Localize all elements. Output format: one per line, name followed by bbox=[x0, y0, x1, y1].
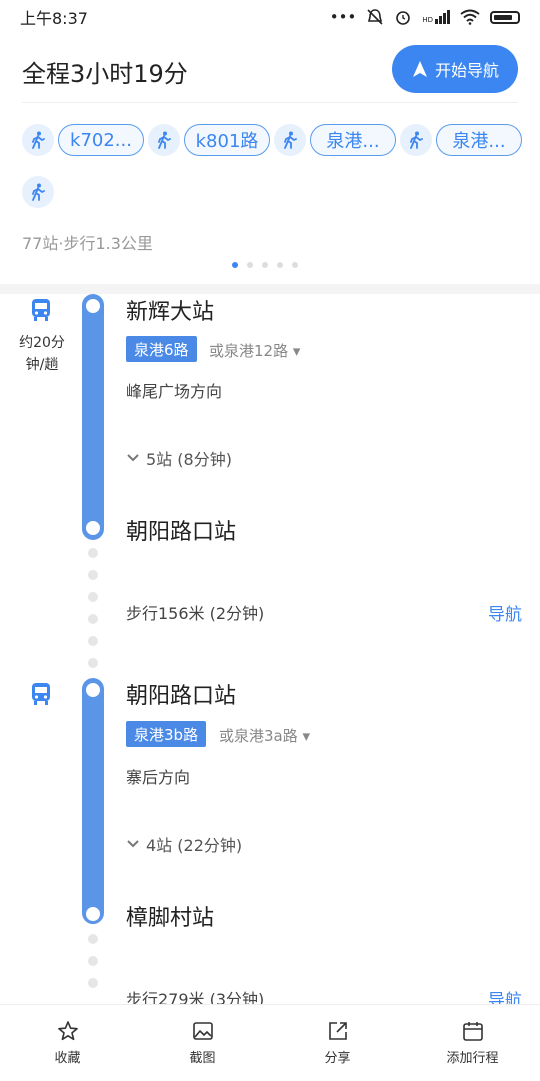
screenshot-label: 截图 bbox=[189, 1051, 216, 1066]
more-dots-icon: ••• bbox=[329, 8, 357, 26]
navigation-arrow-icon bbox=[412, 61, 427, 77]
start-navigation-label: 开始导航 bbox=[434, 61, 499, 80]
status-bar: 上午8:37 ••• HD bbox=[0, 0, 540, 34]
stops-expander[interactable]: 5站 (8分钟) bbox=[126, 446, 232, 470]
walk-navigation-link[interactable]: 导航 bbox=[488, 600, 522, 625]
route-chip-1[interactable]: k702... bbox=[58, 124, 144, 156]
route-summary: 77站·步行1.3公里 bbox=[22, 234, 153, 253]
wifi-icon bbox=[460, 9, 480, 25]
walk-icon bbox=[22, 124, 54, 156]
status-time: 上午8:37 bbox=[20, 9, 88, 28]
stops-expander[interactable]: 4站 (22分钟) bbox=[126, 832, 242, 856]
walk-navigation-link[interactable]: 导航 bbox=[488, 986, 522, 1004]
route-chip-4[interactable]: 泉港... bbox=[436, 124, 522, 156]
page-dot bbox=[232, 262, 238, 268]
walk-icon bbox=[274, 124, 306, 156]
battery-icon bbox=[490, 10, 520, 24]
route-tag[interactable]: 泉港6路 bbox=[126, 336, 197, 362]
bus-frequency: 约20分 钟/趟 bbox=[19, 335, 65, 373]
start-station[interactable]: 朝阳路口站 bbox=[126, 678, 236, 710]
hd-signal-icon: HD bbox=[422, 10, 450, 24]
favorite-tab[interactable]: 收藏 bbox=[0, 1005, 135, 1081]
page-dot bbox=[262, 262, 268, 268]
start-station[interactable]: 新辉大站 bbox=[126, 294, 214, 326]
walk-icon bbox=[22, 176, 54, 208]
route-chips[interactable]: k702... k801路 泉港... 泉港... bbox=[22, 124, 522, 228]
route-bar bbox=[82, 294, 104, 540]
chevron-down-icon bbox=[127, 840, 139, 848]
route-chip-2[interactable]: k801路 bbox=[184, 124, 270, 156]
walk-dot bbox=[88, 934, 98, 944]
favorite-label: 收藏 bbox=[54, 1051, 81, 1066]
walk-dot bbox=[88, 956, 98, 966]
star-icon bbox=[57, 1021, 78, 1041]
walk-icon bbox=[400, 124, 432, 156]
walk-dot bbox=[88, 570, 98, 580]
walk-dot bbox=[88, 978, 98, 988]
mute-bell-icon bbox=[367, 9, 383, 25]
walk-dot bbox=[88, 636, 98, 646]
station-node bbox=[83, 296, 103, 316]
walk-dot bbox=[88, 658, 98, 668]
stops-count: 4站 (22分钟) bbox=[146, 836, 243, 855]
status-icons: ••• HD bbox=[330, 8, 520, 26]
station-node bbox=[83, 518, 103, 538]
route-bar bbox=[82, 678, 104, 924]
page-indicator bbox=[232, 262, 298, 268]
walk-info: 步行156米 (2分钟) bbox=[126, 604, 265, 623]
chevron-down-icon bbox=[127, 454, 139, 462]
walk-icon bbox=[148, 124, 180, 156]
page-title: 全程3小时19分 bbox=[22, 60, 188, 88]
walk-dot bbox=[88, 548, 98, 558]
header-divider bbox=[22, 102, 518, 103]
route-timeline[interactable]: 约20分 钟/趟 新辉大站 泉港6路 或泉港12路 ▾ 峰尾广场方向 5站 (8… bbox=[0, 294, 540, 1004]
end-station[interactable]: 朝阳路口站 bbox=[126, 514, 236, 546]
route-header: 全程3小时19分 开始导航 k702... k801路 泉港... 泉港... … bbox=[0, 34, 540, 284]
bus-icon bbox=[32, 299, 50, 321]
stops-count: 5站 (8分钟) bbox=[146, 450, 232, 469]
route-chip-3[interactable]: 泉港... bbox=[310, 124, 396, 156]
screenshot-tab[interactable]: 截图 bbox=[135, 1005, 270, 1081]
share-icon bbox=[328, 1022, 347, 1040]
walk-dot bbox=[88, 592, 98, 602]
alt-route[interactable]: 或泉港3a路 ▾ bbox=[219, 725, 310, 746]
share-tab[interactable]: 分享 bbox=[270, 1005, 405, 1081]
page-dot bbox=[292, 262, 298, 268]
alt-route[interactable]: 或泉港12路 ▾ bbox=[209, 340, 300, 361]
direction: 峰尾广场方向 bbox=[126, 382, 223, 401]
page-dot bbox=[247, 262, 253, 268]
add-trip-label: 添加行程 bbox=[446, 1051, 499, 1066]
share-label: 分享 bbox=[324, 1051, 351, 1066]
start-navigation-button[interactable]: 开始导航 bbox=[392, 45, 518, 93]
image-icon bbox=[192, 1022, 213, 1040]
page-dot bbox=[277, 262, 283, 268]
section-gap bbox=[0, 284, 540, 294]
route-tag[interactable]: 泉港3b路 bbox=[126, 721, 207, 747]
bus-icon bbox=[32, 683, 50, 705]
direction: 寨后方向 bbox=[126, 768, 191, 787]
walk-info: 步行279米 (3分钟) bbox=[126, 990, 265, 1004]
end-station[interactable]: 樟脚村站 bbox=[126, 900, 214, 932]
add-trip-tab[interactable]: 添加行程 bbox=[405, 1005, 540, 1081]
bottom-toolbar: 收藏 截图 分享 添加行程 bbox=[0, 1004, 540, 1081]
calendar-icon bbox=[462, 1022, 483, 1041]
station-node bbox=[83, 904, 103, 924]
alarm-icon bbox=[396, 11, 411, 25]
station-node bbox=[83, 680, 103, 700]
walk-dot bbox=[88, 614, 98, 624]
